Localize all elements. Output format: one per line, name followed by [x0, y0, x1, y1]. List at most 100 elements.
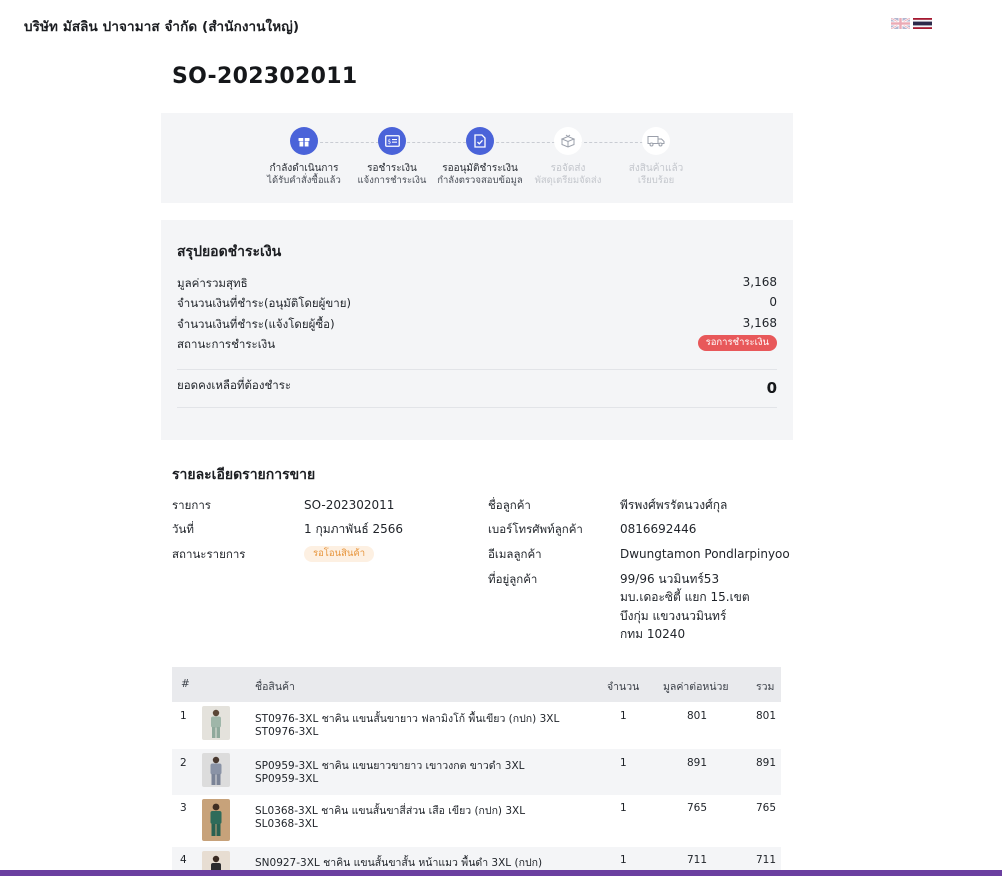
- balance-label: ยอดคงเหลือที่ต้องชำระ: [177, 378, 292, 392]
- step-subtitle: แจ้งการชำระเงิน: [357, 175, 427, 186]
- row-unit-price: 711: [687, 854, 708, 866]
- customer-address-line: กทม 10240: [620, 627, 686, 641]
- payment-status-badge: รอการชำระเงิน: [697, 335, 777, 351]
- order-status-label: สถานะรายการ: [172, 547, 246, 561]
- row-index: 3: [180, 802, 187, 814]
- step-processing: กำลังดำเนินการ ได้รับคำสั่งซื้อแล้ว: [254, 127, 354, 187]
- header-index: #: [181, 678, 190, 690]
- product-name: SP0959-3XL ชาคิน แขนยาวขายาว เขาวงกต ขาว…: [255, 760, 525, 772]
- customer-phone-label: เบอร์โทรศัพท์ลูกค้า: [488, 522, 583, 536]
- header-unit-price: มูลค่าต่อหน่วย: [663, 681, 729, 693]
- row-total: 801: [756, 710, 777, 722]
- paid-buyer-row: จำนวนเงินที่ชำระ(แจ้งโดยผู้ซื้อ) 3,168: [177, 316, 777, 334]
- company-name: บริษัท มัสลิน ปาจามาส จำกัด (สำนักงานใหญ…: [24, 19, 300, 35]
- row-total: 765: [756, 802, 777, 814]
- paid-seller-label: จำนวนเงินที่ชำระ(อนุมัติโดยผู้ขาย): [177, 296, 351, 310]
- row-total: 891: [756, 757, 777, 769]
- step-title: ส่งสินค้าแล้ว: [628, 163, 684, 174]
- order-label: รายการ: [172, 498, 211, 512]
- top-bar: บริษัท มัสลิน ปาจามาส จำกัด (สำนักงานใหญ…: [0, 0, 1002, 48]
- paid-buyer-label: จำนวนเงินที่ชำระ(แจ้งโดยผู้ซื้อ): [177, 317, 335, 331]
- header-product-name: ชื่อสินค้า: [255, 681, 295, 693]
- product-name: SN0927-3XL ชาคิน แขนสั้นขาสั้น หน้าแมว พ…: [255, 857, 543, 869]
- step-subtitle: ได้รับคำสั่งซื้อแล้ว: [267, 175, 341, 186]
- table-row[interactable]: 2 SP0959-3XL ชาคิน แขนยาวขายาว เขาวงกต ข…: [172, 749, 781, 795]
- row-quantity: 1: [620, 757, 627, 769]
- uk-flag-icon[interactable]: [891, 18, 910, 29]
- step-awaiting-payment: $ รอชำระเงิน แจ้งการชำระเงิน: [342, 127, 442, 187]
- header-total: รวม: [756, 681, 775, 693]
- date-value: 1 กุมภาพันธ์ 2566: [304, 522, 404, 536]
- step-awaiting-shipment: รอจัดส่ง พัสดุเตรียมจัดส่ง: [518, 127, 618, 187]
- balance-value: 0: [766, 379, 777, 397]
- paid-seller-value: 0: [769, 295, 777, 309]
- net-total-row: มูลค่ารวมสุทธิ 3,168: [177, 275, 777, 293]
- product-thumbnail: [202, 706, 230, 740]
- package-icon: [554, 127, 582, 155]
- language-switcher: [891, 18, 932, 29]
- gift-box-icon: [290, 127, 318, 155]
- paid-seller-row: จำนวนเงินที่ชำระ(อนุมัติโดยผู้ขาย) 0: [177, 295, 777, 313]
- product-name: SL0368-3XL ชาคิน แขนสั้นขาสี่ส่วน เสือ เ…: [255, 805, 526, 817]
- row-index: 4: [180, 854, 187, 866]
- row-quantity: 1: [620, 854, 627, 866]
- document-check-icon: [466, 127, 494, 155]
- table-header: # ชื่อสินค้า จำนวน มูลค่าต่อหน่วย รวม: [172, 667, 781, 702]
- customer-address-line: บึงกุ่ม แขวงนวมินทร์: [620, 609, 727, 623]
- step-title: รอจัดส่ง: [550, 163, 586, 174]
- step-subtitle: เรียบร้อย: [637, 175, 675, 186]
- date-label: วันที่: [172, 522, 194, 536]
- product-thumbnail: [202, 753, 230, 787]
- delivery-truck-icon: [642, 127, 670, 155]
- bottom-accent-bar: [0, 870, 1002, 876]
- row-unit-price: 765: [687, 802, 708, 814]
- customer-email-value: Dwungtamon Pondlarpinyoo: [620, 547, 790, 561]
- row-unit-price: 801: [687, 710, 708, 722]
- product-sku: SL0368-3XL: [255, 818, 318, 830]
- step-payment-approval: รออนุมัติชำระเงิน กำลังตรวจสอบข้อมูล: [430, 127, 530, 187]
- order-number-title: SO-202302011: [172, 64, 358, 89]
- customer-address-line: 99/96 นวมินทร์53: [620, 572, 720, 586]
- table-row[interactable]: 3 SL0368-3XL ชาคิน แขนสั้นขาสี่ส่วน เสือ…: [172, 795, 781, 847]
- row-unit-price: 891: [687, 757, 708, 769]
- step-title: รออนุมัติชำระเงิน: [442, 163, 518, 174]
- product-thumbnail: [202, 799, 230, 841]
- svg-text:$: $: [387, 138, 391, 145]
- payment-status-row: สถานะการชำระเงิน รอการชำระเงิน: [177, 335, 777, 354]
- customer-address-line: มบ.เดอะซิตี้ แยก 15.เขต: [620, 590, 750, 604]
- divider: [177, 407, 777, 408]
- step-subtitle: พัสดุเตรียมจัดส่ง: [534, 175, 602, 186]
- step-title: กำลังดำเนินการ: [269, 163, 339, 174]
- product-sku: ST0976-3XL: [255, 726, 319, 738]
- paid-buyer-value: 3,168: [742, 316, 777, 330]
- row-total: 711: [756, 854, 777, 866]
- customer-name-value: พีรพงศ์พรรัตนวงศ์กุล: [620, 498, 728, 512]
- order-value: SO-202302011: [304, 498, 395, 512]
- divider: [177, 369, 777, 370]
- sale-details-title: รายละเอียดรายการขาย: [172, 467, 316, 483]
- net-total-value: 3,168: [742, 275, 777, 289]
- table-row[interactable]: 1 ST0976-3XL ชาคิน แขนสั้นขายาว ฟลามิงโก…: [172, 702, 781, 749]
- thai-flag-icon[interactable]: [913, 18, 932, 29]
- product-name: ST0976-3XL ชาคิน แขนสั้นขายาว ฟลามิงโก้ …: [255, 713, 560, 725]
- order-items-table: # ชื่อสินค้า จำนวน มูลค่าต่อหน่วย รวม 1 …: [172, 667, 781, 876]
- summary-title: สรุปยอดชำระเงิน: [177, 244, 282, 260]
- step-subtitle: กำลังตรวจสอบข้อมูล: [437, 175, 523, 186]
- customer-phone-value: 0816692446: [620, 522, 697, 536]
- row-index: 2: [180, 757, 187, 769]
- order-progress-tracker: กำลังดำเนินการ ได้รับคำสั่งซื้อแล้ว $ รอ…: [161, 113, 793, 203]
- row-quantity: 1: [620, 710, 627, 722]
- net-total-label: มูลค่ารวมสุทธิ: [177, 276, 248, 290]
- order-status-badge: รอโอนสินค้า: [304, 546, 375, 562]
- payment-status-label: สถานะการชำระเงิน: [177, 337, 276, 351]
- customer-email-label: อีเมลลูกค้า: [488, 547, 542, 561]
- payment-summary-card: สรุปยอดชำระเงิน มูลค่ารวมสุทธิ 3,168 จำน…: [161, 220, 793, 440]
- step-title: รอชำระเงิน: [367, 163, 417, 174]
- product-sku: SP0959-3XL: [255, 773, 319, 785]
- row-quantity: 1: [620, 802, 627, 814]
- payment-card-icon: $: [378, 127, 406, 155]
- step-delivered: ส่งสินค้าแล้ว เรียบร้อย: [606, 127, 706, 187]
- customer-name-label: ชื่อลูกค้า: [488, 498, 531, 512]
- header-quantity: จำนวน: [607, 681, 640, 693]
- customer-address-label: ที่อยู่ลูกค้า: [488, 572, 538, 586]
